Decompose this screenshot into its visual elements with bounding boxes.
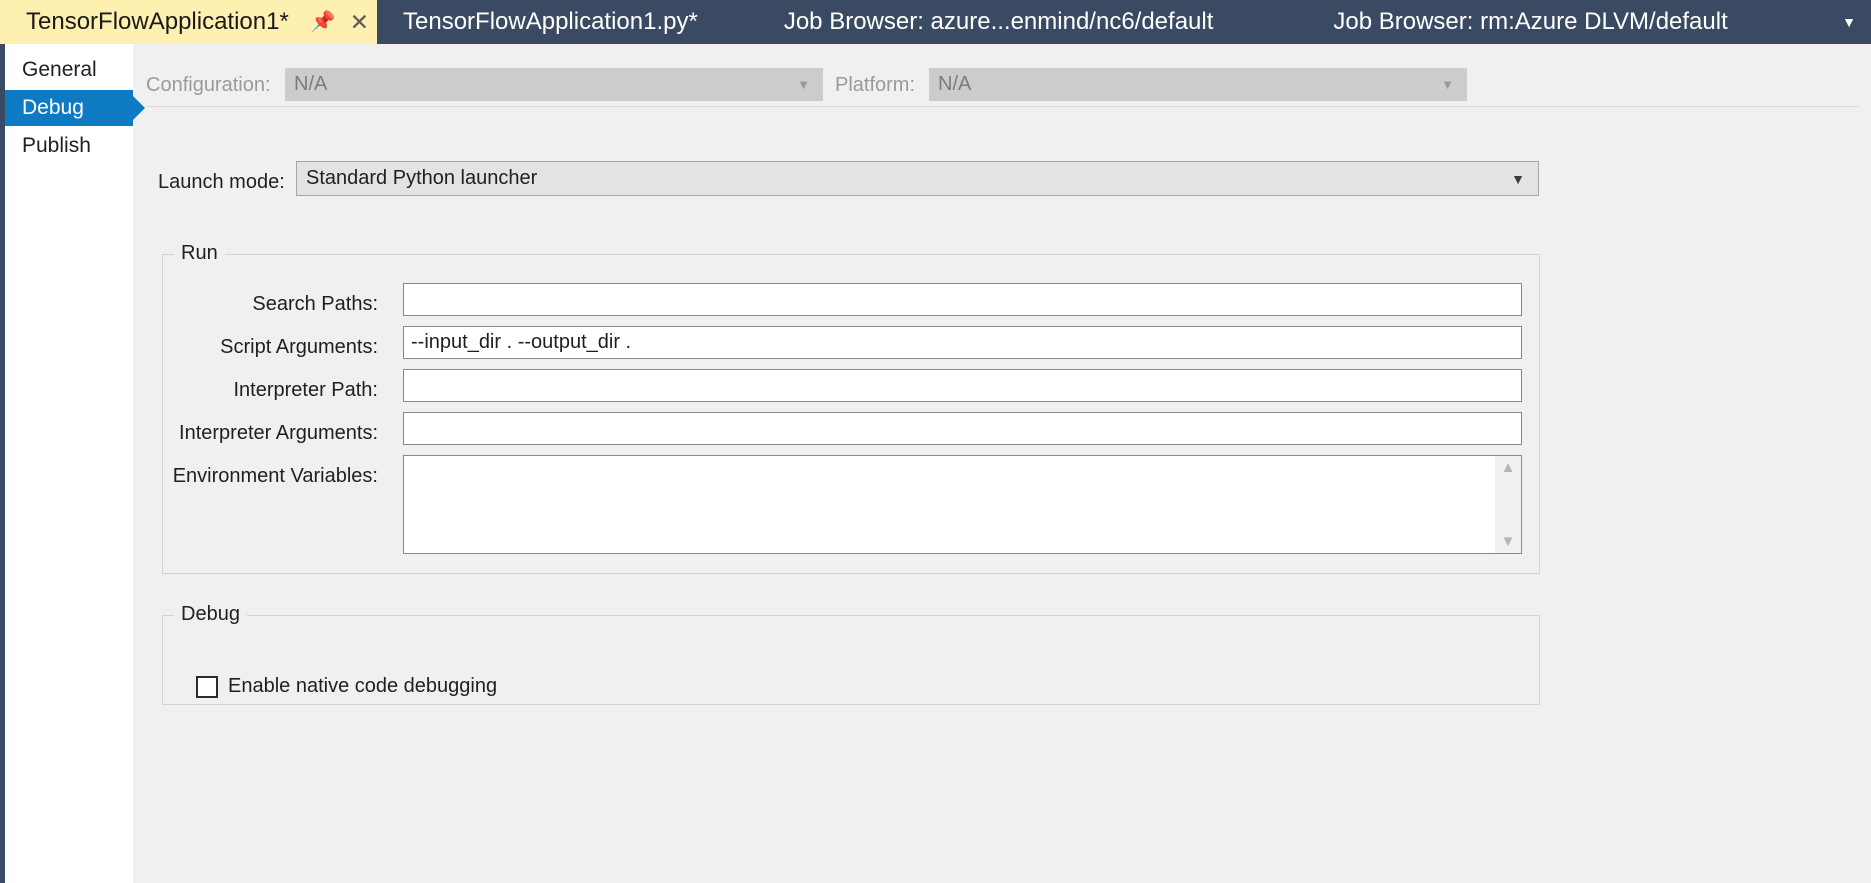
launch-mode-select[interactable]: Standard Python launcher ▼ — [296, 161, 1539, 196]
platform-label: Platform: — [835, 74, 916, 96]
configuration-value: N/A — [294, 73, 328, 95]
tab-job-browser-nc6[interactable]: Job Browser: azure...enmind/nc6/default — [724, 0, 1274, 44]
interpreter-arguments-input[interactable] — [403, 412, 1522, 445]
tab-label: Job Browser: rm:Azure DLVM/default — [1333, 8, 1728, 35]
sidebar-item-label: General — [22, 58, 97, 81]
search-paths-label: Search Paths: — [252, 293, 378, 315]
checkbox-label: Enable native code debugging — [228, 675, 498, 697]
environment-variables-label: Environment Variables: — [172, 465, 378, 487]
chevron-down-icon: ▼ — [1511, 170, 1525, 187]
tab-job-browser-dlvm[interactable]: Job Browser: rm:Azure DLVM/default — [1273, 0, 1787, 44]
debug-group-title: Debug — [174, 603, 247, 626]
search-paths-input[interactable] — [403, 283, 1522, 316]
checkbox-box[interactable] — [196, 675, 218, 698]
pin-icon[interactable]: 📌 — [311, 12, 336, 32]
chevron-down-icon[interactable]: ▼ — [1501, 534, 1516, 549]
environment-variables-textarea[interactable]: ▲ ▼ — [403, 455, 1522, 554]
close-icon[interactable]: ✕ — [350, 10, 369, 34]
script-arguments-input[interactable]: --input_dir . --output_dir . — [403, 326, 1522, 359]
tab-tensorflowapplication1[interactable]: TensorFlowApplication1* 📌 ✕ — [0, 0, 377, 44]
sidebar-item-general[interactable]: General — [0, 52, 133, 88]
sidebar-item-label: Publish — [22, 134, 91, 157]
sidebar-item-publish[interactable]: Publish — [0, 128, 133, 164]
enable-native-code-debugging-checkbox[interactable]: Enable native code debugging — [196, 675, 497, 698]
tab-label: Job Browser: azure...enmind/nc6/default — [783, 8, 1214, 35]
sidebar-item-label: Debug — [22, 96, 84, 119]
tab-tensorflowapplication1-py[interactable]: TensorFlowApplication1.py* — [377, 0, 724, 44]
run-group-title: Run — [174, 242, 225, 265]
chevron-down-icon[interactable]: ▼ — [1827, 0, 1871, 44]
debug-settings-pane: Configuration: N/A ▼ Platform: N/A ▼ Lau… — [133, 44, 1871, 883]
tab-label: TensorFlowApplication1* — [26, 8, 289, 35]
environment-variables-value — [404, 456, 1495, 553]
chevron-up-icon[interactable]: ▲ — [1501, 460, 1516, 475]
divider — [146, 106, 1858, 107]
chevron-down-icon: ▼ — [797, 77, 810, 92]
configuration-platform-row: Configuration: N/A ▼ Platform: N/A ▼ — [133, 56, 1871, 101]
run-group: Run Search Paths: Script Arguments: --in… — [162, 242, 1540, 574]
sidebar-item-debug[interactable]: Debug — [0, 90, 145, 126]
tab-strip-spacer — [1788, 0, 1827, 44]
interpreter-arguments-label: Interpreter Arguments: — [179, 422, 378, 444]
configuration-select[interactable]: N/A ▼ — [285, 68, 823, 101]
interpreter-path-label: Interpreter Path: — [233, 379, 378, 401]
script-arguments-label: Script Arguments: — [220, 336, 378, 358]
script-arguments-value: --input_dir . --output_dir . — [411, 331, 632, 353]
environment-variables-scrollbar[interactable]: ▲ ▼ — [1495, 456, 1521, 553]
tab-label: TensorFlowApplication1.py* — [403, 8, 698, 35]
launch-mode-value: Standard Python launcher — [306, 167, 538, 189]
chevron-down-icon: ▼ — [1441, 77, 1454, 92]
platform-select[interactable]: N/A ▼ — [929, 68, 1467, 101]
settings-sidebar: General Debug Publish — [0, 44, 145, 883]
platform-value: N/A — [938, 73, 972, 95]
configuration-label: Configuration: — [146, 74, 271, 96]
nav-accent-bar — [0, 44, 5, 883]
launch-mode-label: Launch mode: — [158, 171, 285, 193]
tab-strip: TensorFlowApplication1* 📌 ✕ TensorFlowAp… — [0, 0, 1871, 44]
interpreter-path-input[interactable] — [403, 369, 1522, 402]
